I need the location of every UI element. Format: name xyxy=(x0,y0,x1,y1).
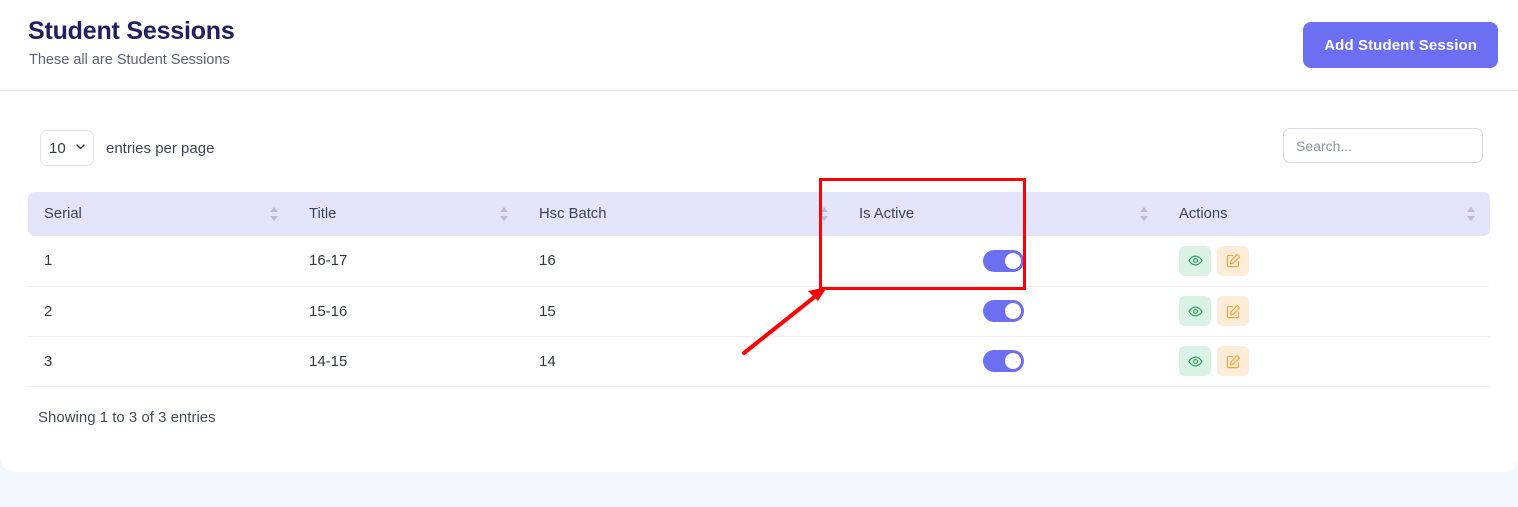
is-active-toggle[interactable] xyxy=(983,350,1024,372)
edit-button[interactable] xyxy=(1217,346,1249,376)
cell-actions xyxy=(1163,336,1490,386)
cell-serial: 3 xyxy=(28,336,293,386)
page-root: Student Sessions These all are Student S… xyxy=(0,0,1518,507)
entries-per-page-select[interactable]: 10 xyxy=(40,130,94,166)
cell-title: 16-17 xyxy=(293,236,523,286)
student-sessions-table: Serial Title Hsc Batch xyxy=(28,192,1490,387)
table-header-row: Serial Title Hsc Batch xyxy=(28,192,1490,236)
edit-button[interactable] xyxy=(1217,296,1249,326)
cell-hsc-batch: 14 xyxy=(523,336,843,386)
cell-is-active xyxy=(843,336,1163,386)
search-input[interactable] xyxy=(1283,128,1483,163)
column-header-title[interactable]: Title xyxy=(293,192,523,236)
sort-arrows-icon xyxy=(499,205,509,223)
view-button[interactable] xyxy=(1179,296,1211,326)
add-student-session-button[interactable]: Add Student Session xyxy=(1303,22,1498,68)
table-row: 1 16-17 16 xyxy=(28,236,1490,286)
eye-icon xyxy=(1188,354,1203,369)
sort-arrows-icon xyxy=(1466,205,1476,223)
card-header: Student Sessions These all are Student S… xyxy=(0,0,1518,91)
eye-icon xyxy=(1188,253,1203,268)
eye-icon xyxy=(1188,304,1203,319)
is-active-toggle[interactable] xyxy=(983,250,1024,272)
edit-icon xyxy=(1226,304,1241,319)
student-sessions-card: Student Sessions These all are Student S… xyxy=(0,0,1518,472)
column-header-is-active[interactable]: Is Active xyxy=(843,192,1163,236)
page-subtitle: These all are Student Sessions xyxy=(29,52,230,68)
table-toolbar: 10 entries per page xyxy=(0,91,1518,157)
view-button[interactable] xyxy=(1179,346,1211,376)
row-actions xyxy=(1179,246,1490,276)
cell-hsc-batch: 16 xyxy=(523,236,843,286)
entries-per-page-control: 10 entries per page xyxy=(40,130,214,166)
column-header-title-label: Title xyxy=(309,206,336,222)
cell-is-active xyxy=(843,236,1163,286)
column-header-hsc-batch[interactable]: Hsc Batch xyxy=(523,192,843,236)
row-actions xyxy=(1179,346,1490,376)
page-title: Student Sessions xyxy=(28,17,235,46)
table-head: Serial Title Hsc Batch xyxy=(28,192,1490,236)
is-active-toggle[interactable] xyxy=(983,300,1024,322)
showing-entries-text: Showing 1 to 3 of 3 entries xyxy=(38,409,216,426)
column-header-serial[interactable]: Serial xyxy=(28,192,293,236)
column-header-actions[interactable]: Actions xyxy=(1163,192,1490,236)
view-button[interactable] xyxy=(1179,246,1211,276)
edit-icon xyxy=(1226,354,1241,369)
cell-actions xyxy=(1163,286,1490,336)
column-header-actions-label: Actions xyxy=(1179,206,1228,222)
cell-hsc-batch: 15 xyxy=(523,286,843,336)
toggle-knob xyxy=(1005,353,1021,369)
sort-arrows-icon xyxy=(819,205,829,223)
sort-arrows-icon xyxy=(1139,205,1149,223)
cell-serial: 1 xyxy=(28,236,293,286)
edit-icon xyxy=(1226,253,1241,268)
edit-button[interactable] xyxy=(1217,246,1249,276)
table-row: 2 15-16 15 xyxy=(28,286,1490,336)
cell-title: 14-15 xyxy=(293,336,523,386)
table-row: 3 14-15 14 xyxy=(28,336,1490,386)
entries-per-page-label: entries per page xyxy=(106,140,214,157)
cell-title: 15-16 xyxy=(293,286,523,336)
cell-serial: 2 xyxy=(28,286,293,336)
column-header-is-active-label: Is Active xyxy=(859,206,914,222)
cell-is-active xyxy=(843,286,1163,336)
cell-actions xyxy=(1163,236,1490,286)
table-body: 1 16-17 16 xyxy=(28,236,1490,386)
toggle-knob xyxy=(1005,253,1021,269)
row-actions xyxy=(1179,296,1490,326)
toggle-knob xyxy=(1005,303,1021,319)
sessions-table-wrap: Serial Title Hsc Batch xyxy=(28,192,1490,387)
sort-arrows-icon xyxy=(269,205,279,223)
column-header-hsc-batch-label: Hsc Batch xyxy=(539,206,606,222)
entries-select-shell: 10 xyxy=(40,130,94,166)
column-header-serial-label: Serial xyxy=(44,206,82,222)
